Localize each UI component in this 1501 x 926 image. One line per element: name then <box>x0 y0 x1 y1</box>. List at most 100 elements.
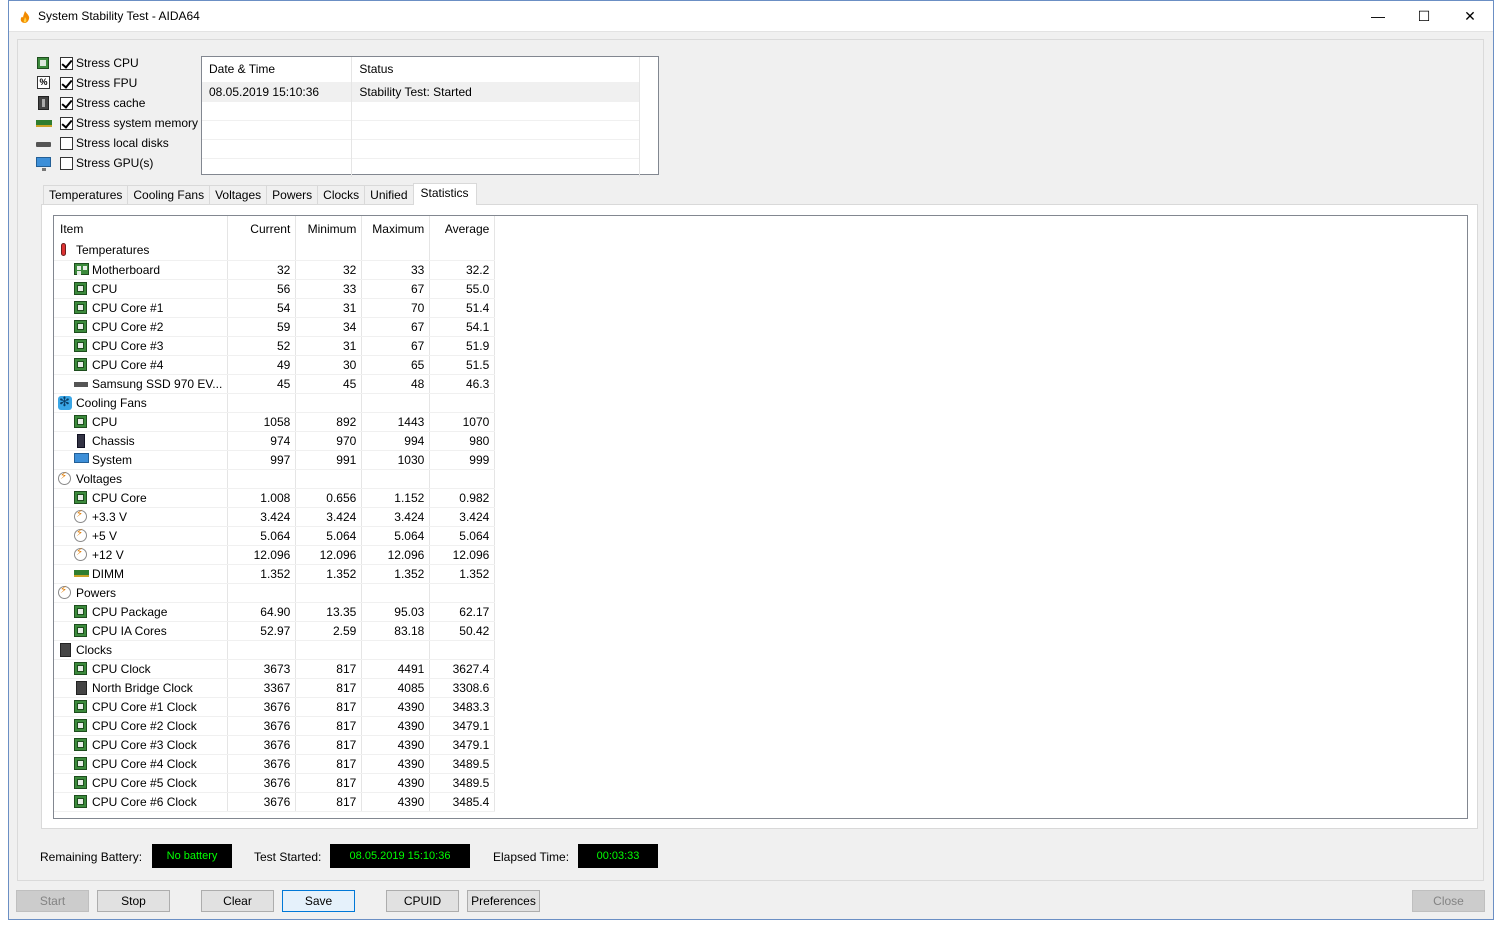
tab-temperatures[interactable]: Temperatures <box>43 185 129 205</box>
table-row[interactable]: CPU Core #4 Clock 3676 817 4390 3489.5 <box>54 754 496 774</box>
value-cur: 3676 <box>227 697 297 717</box>
value-min: 991 <box>295 450 363 470</box>
tab-statistics[interactable]: Statistics <box>412 183 477 205</box>
value-cur: 3676 <box>227 754 297 774</box>
table-row[interactable]: CPU Core #1 54 31 70 51.4 <box>54 298 496 318</box>
stress-disks-checkbox[interactable] <box>60 136 73 150</box>
status-row[interactable]: 08.05.2019 15:10:36 Stability Test: Star… <box>202 81 640 101</box>
stop-button[interactable]: Stop <box>97 890 170 912</box>
table-row[interactable]: CPU Package 64.90 13.35 95.03 62.17 <box>54 602 496 622</box>
value-cur: 3676 <box>227 792 297 812</box>
table-row[interactable]: CPU Core #5 Clock 3676 817 4390 3489.5 <box>54 773 496 793</box>
value-cur <box>227 241 297 261</box>
table-row[interactable]: North Bridge Clock 3367 817 4085 3308.6 <box>54 678 496 698</box>
table-row[interactable]: CPU 1058 892 1443 1070 <box>54 412 496 432</box>
table-row[interactable]: DIMM 1.352 1.352 1.352 1.352 <box>54 564 496 584</box>
table-row[interactable]: CPU Core #2 Clock 3676 817 4390 3479.1 <box>54 716 496 736</box>
table-row[interactable]: +12 V12.09612.09612.09612.096 <box>54 545 496 565</box>
save-button[interactable]: Save <box>282 890 355 912</box>
table-row[interactable]: +5 V5.0645.0645.0645.064 <box>54 526 496 546</box>
col-header-average[interactable]: Average <box>429 216 496 241</box>
tab-clocks[interactable]: Clocks <box>317 185 366 205</box>
stress-disks-option[interactable]: Stress local disks <box>36 134 169 152</box>
chip-icon <box>74 699 88 713</box>
value-cur: 52 <box>227 336 297 356</box>
table-row[interactable]: CPU Clock 3673 817 4491 3627.4 <box>54 659 496 679</box>
value-avg: 12.096 <box>429 545 496 565</box>
item-cell: Clocks <box>54 640 229 660</box>
stress-fpu-option[interactable]: % Stress FPU <box>36 74 137 92</box>
tab-unified[interactable]: Unified <box>364 185 414 205</box>
statistics-table[interactable]: Item Current Minimum Maximum Average Tem… <box>53 215 1468 819</box>
maximize-button[interactable]: ☐ <box>1401 1 1447 32</box>
stress-cpu-checkbox[interactable] <box>60 56 73 70</box>
close-button[interactable]: Close <box>1412 890 1485 912</box>
stress-cache-option[interactable]: Stress cache <box>36 94 145 112</box>
value-max: 994 <box>361 431 431 451</box>
table-row[interactable]: System 997 991 1030 999 <box>54 450 496 470</box>
table-row[interactable]: CPU Core #3 Clock 3676 817 4390 3479.1 <box>54 735 496 755</box>
table-group-row[interactable]: Powers <box>54 583 496 603</box>
table-row[interactable]: Samsung SSD 970 EV... 45 45 48 46.3 <box>54 374 496 394</box>
value-max <box>361 469 431 489</box>
table-row[interactable]: CPU 56 33 67 55.0 <box>54 279 496 299</box>
item-label: +3.3 V <box>92 509 128 524</box>
table-row[interactable]: CPU Core #3 52 31 67 51.9 <box>54 336 496 356</box>
minimize-button[interactable]: — <box>1355 1 1401 32</box>
item-cell: CPU Package <box>54 602 229 622</box>
col-header-current[interactable]: Current <box>227 216 297 241</box>
item-label: North Bridge Clock <box>92 680 193 695</box>
table-group-row[interactable]: Clocks <box>54 640 496 660</box>
value-max: 67 <box>361 336 431 356</box>
value-cur: 56 <box>227 279 297 299</box>
stress-cache-checkbox[interactable] <box>60 96 73 110</box>
value-max: 95.03 <box>361 602 431 622</box>
table-row[interactable]: CPU Core #2 59 34 67 54.1 <box>54 317 496 337</box>
table-row[interactable]: +3.3 V3.4243.4243.4243.424 <box>54 507 496 527</box>
title-bar[interactable]: System Stability Test - AIDA64 — ☐ ✕ <box>9 1 1493 32</box>
clear-button[interactable]: Clear <box>201 890 274 912</box>
table-group-row[interactable]: Cooling Fans <box>54 393 496 413</box>
value-min: 33 <box>295 279 363 299</box>
col-header-maximum[interactable]: Maximum <box>361 216 431 241</box>
tab-cooling-fans[interactable]: Cooling Fans <box>127 185 211 205</box>
status-header-status[interactable]: Status <box>351 57 640 82</box>
status-header-datetime[interactable]: Date & Time <box>202 57 353 82</box>
table-row[interactable]: Motherboard 32 32 33 32.2 <box>54 260 496 280</box>
preferences-button[interactable]: Preferences <box>467 890 540 912</box>
table-row[interactable]: CPU IA Cores 52.97 2.59 83.18 50.42 <box>54 621 496 641</box>
item-label: CPU <box>92 281 118 296</box>
test-started-display: 08.05.2019 15:10:36 <box>330 844 470 868</box>
col-header-item[interactable]: Item <box>54 216 229 241</box>
chip-icon <box>74 794 88 808</box>
memory-icon <box>36 116 52 130</box>
tab-powers[interactable]: Powers <box>266 185 319 205</box>
status-log[interactable]: Date & Time Status 08.05.2019 15:10:36 S… <box>201 56 659 177</box>
value-cur: 64.90 <box>227 602 297 622</box>
close-window-button[interactable]: ✕ <box>1447 1 1493 32</box>
tab-voltages[interactable]: Voltages <box>209 185 268 205</box>
stress-memory-option[interactable]: Stress system memory <box>36 114 198 132</box>
status-row-datetime: 08.05.2019 15:10:36 <box>202 81 353 101</box>
value-avg: 3479.1 <box>429 735 496 755</box>
table-row[interactable]: CPU Core 1.008 0.656 1.152 0.982 <box>54 488 496 508</box>
col-header-minimum[interactable]: Minimum <box>295 216 363 241</box>
disk-icon <box>36 136 52 150</box>
chip-icon <box>74 281 88 295</box>
value-cur: 12.096 <box>227 545 297 565</box>
table-row[interactable]: CPU Core #1 Clock 3676 817 4390 3483.3 <box>54 697 496 717</box>
stress-gpu-option[interactable]: Stress GPU(s) <box>36 154 153 172</box>
table-row[interactable]: CPU Core #4 49 30 65 51.5 <box>54 355 496 375</box>
stress-gpu-checkbox[interactable] <box>60 156 73 170</box>
stress-cpu-option[interactable]: Stress CPU <box>36 54 139 72</box>
cpuid-button[interactable]: CPUID <box>386 890 459 912</box>
stress-fpu-checkbox[interactable] <box>60 76 73 90</box>
stress-memory-checkbox[interactable] <box>60 116 73 130</box>
item-cell: CPU Core #6 Clock <box>54 792 229 812</box>
start-button[interactable]: Start <box>16 890 89 912</box>
motherboard-icon <box>74 262 89 276</box>
table-group-row[interactable]: Temperatures <box>54 241 496 261</box>
table-row[interactable]: CPU Core #6 Clock 3676 817 4390 3485.4 <box>54 792 496 812</box>
table-group-row[interactable]: Voltages <box>54 469 496 489</box>
table-row[interactable]: Chassis 974 970 994 980 <box>54 431 496 451</box>
